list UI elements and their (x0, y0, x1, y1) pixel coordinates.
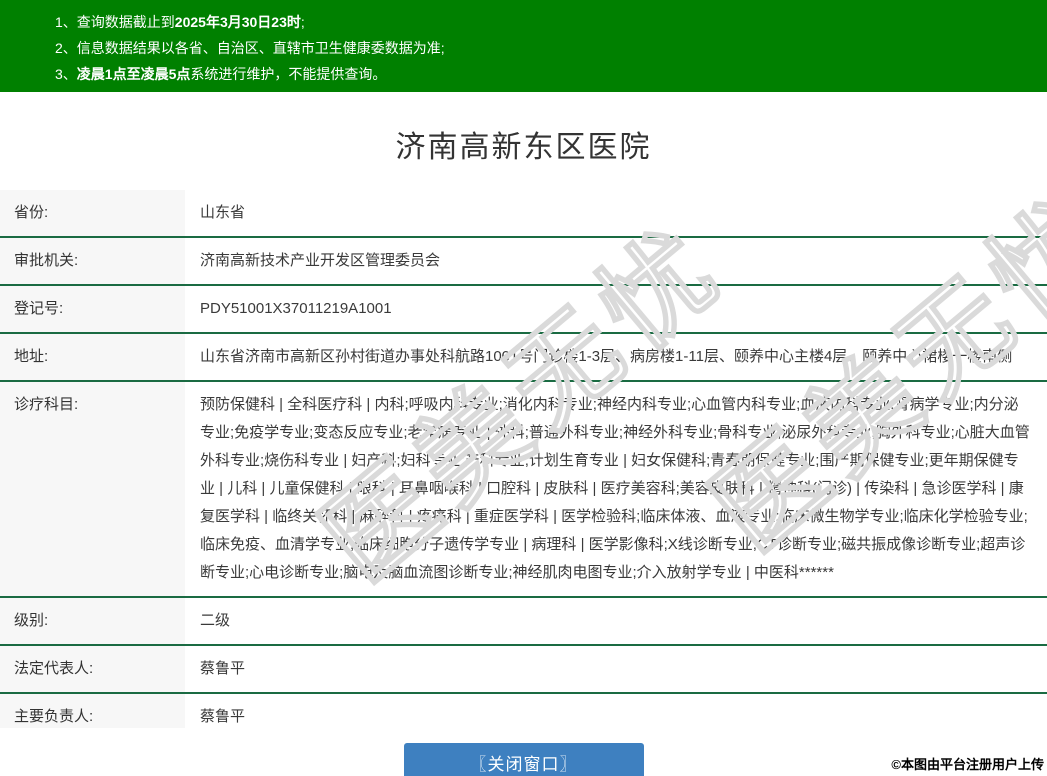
row-value: 济南高新技术产业开发区管理委员会 (200, 252, 441, 269)
row-value: 山东省 (200, 204, 246, 221)
notice-line-1: 1、查询数据截止到2025年3月30日23时; (55, 9, 1027, 35)
row-value: 山东省济南市高新区孙村街道办事处科航路1001号门诊楼1-3层、病房楼1-11层… (200, 348, 1013, 365)
footer-bar: 〖关闭窗口〗 (0, 728, 1047, 776)
table-row-registration-number: 登记号: PDY51001X37011219A1001 (0, 286, 1047, 334)
row-label: 审批机关: (0, 238, 185, 284)
notice-line-2-text: 2、信息数据结果以各省、自治区、直辖市卫生健康委数据为准; (55, 40, 445, 56)
notice-line-3: 3、凌晨1点至凌晨5点系统进行维护，不能提供查询。 (55, 61, 1027, 87)
hospital-info-table: 省份: 山东省 审批机关: 济南高新技术产业开发区管理委员会 登记号: PDY5… (0, 190, 1047, 742)
row-label: 法定代表人: (0, 646, 185, 692)
query-result-page: 1、查询数据截止到2025年3月30日23时; 2、信息数据结果以各省、自治区、… (0, 0, 1047, 776)
row-label: 级别: (0, 598, 185, 644)
row-value: PDY51001X37011219A1001 (200, 300, 392, 317)
page-title: 济南高新东区医院 (395, 131, 652, 164)
table-row-legal-representative: 法定代表人: 蔡鲁平 (0, 646, 1047, 694)
notice-line-3-suffix: 系统进行维护，不能提供查询。 (190, 66, 387, 82)
table-row-address: 地址: 山东省济南市高新区孙村街道办事处科航路1001号门诊楼1-3层、病房楼1… (0, 334, 1047, 382)
table-row-province: 省份: 山东省 (0, 190, 1047, 238)
row-value: 预防保健科 | 全科医疗科 | 内科;呼吸内科专业;消化内科专业;神经内科专业;… (200, 396, 1030, 581)
row-label: 诊疗科目: (0, 382, 185, 596)
row-value: 二级 (200, 612, 231, 629)
notice-line-1-text: 1、查询数据截止到 (55, 14, 175, 30)
close-window-button[interactable]: 〖关闭窗口〗 (403, 743, 644, 776)
row-label: 登记号: (0, 286, 185, 332)
notice-line-1-suffix: ; (300, 14, 305, 30)
notice-line-3-text: 3、 (55, 66, 77, 82)
notice-banner: 1、查询数据截止到2025年3月30日23时; 2、信息数据结果以各省、自治区、… (0, 0, 1047, 92)
row-label: 省份: (0, 190, 185, 236)
table-row-approval-authority: 审批机关: 济南高新技术产业开发区管理委员会 (0, 238, 1047, 286)
notice-line-3-bold: 凌晨1点至凌晨5点 (76, 66, 191, 82)
copyright-note: ©本图由平台注册用户上传 (891, 757, 1044, 772)
table-row-medical-departments: 诊疗科目: 预防保健科 | 全科医疗科 | 内科;呼吸内科专业;消化内科专业;神… (0, 382, 1047, 598)
notice-line-1-bold: 2025年3月30日23时 (174, 14, 301, 30)
row-label: 地址: (0, 334, 185, 380)
row-value: 蔡鲁平 (200, 660, 246, 677)
notice-line-2: 2、信息数据结果以各省、自治区、直辖市卫生健康委数据为准; (55, 35, 1027, 61)
table-row-level: 级别: 二级 (0, 598, 1047, 646)
